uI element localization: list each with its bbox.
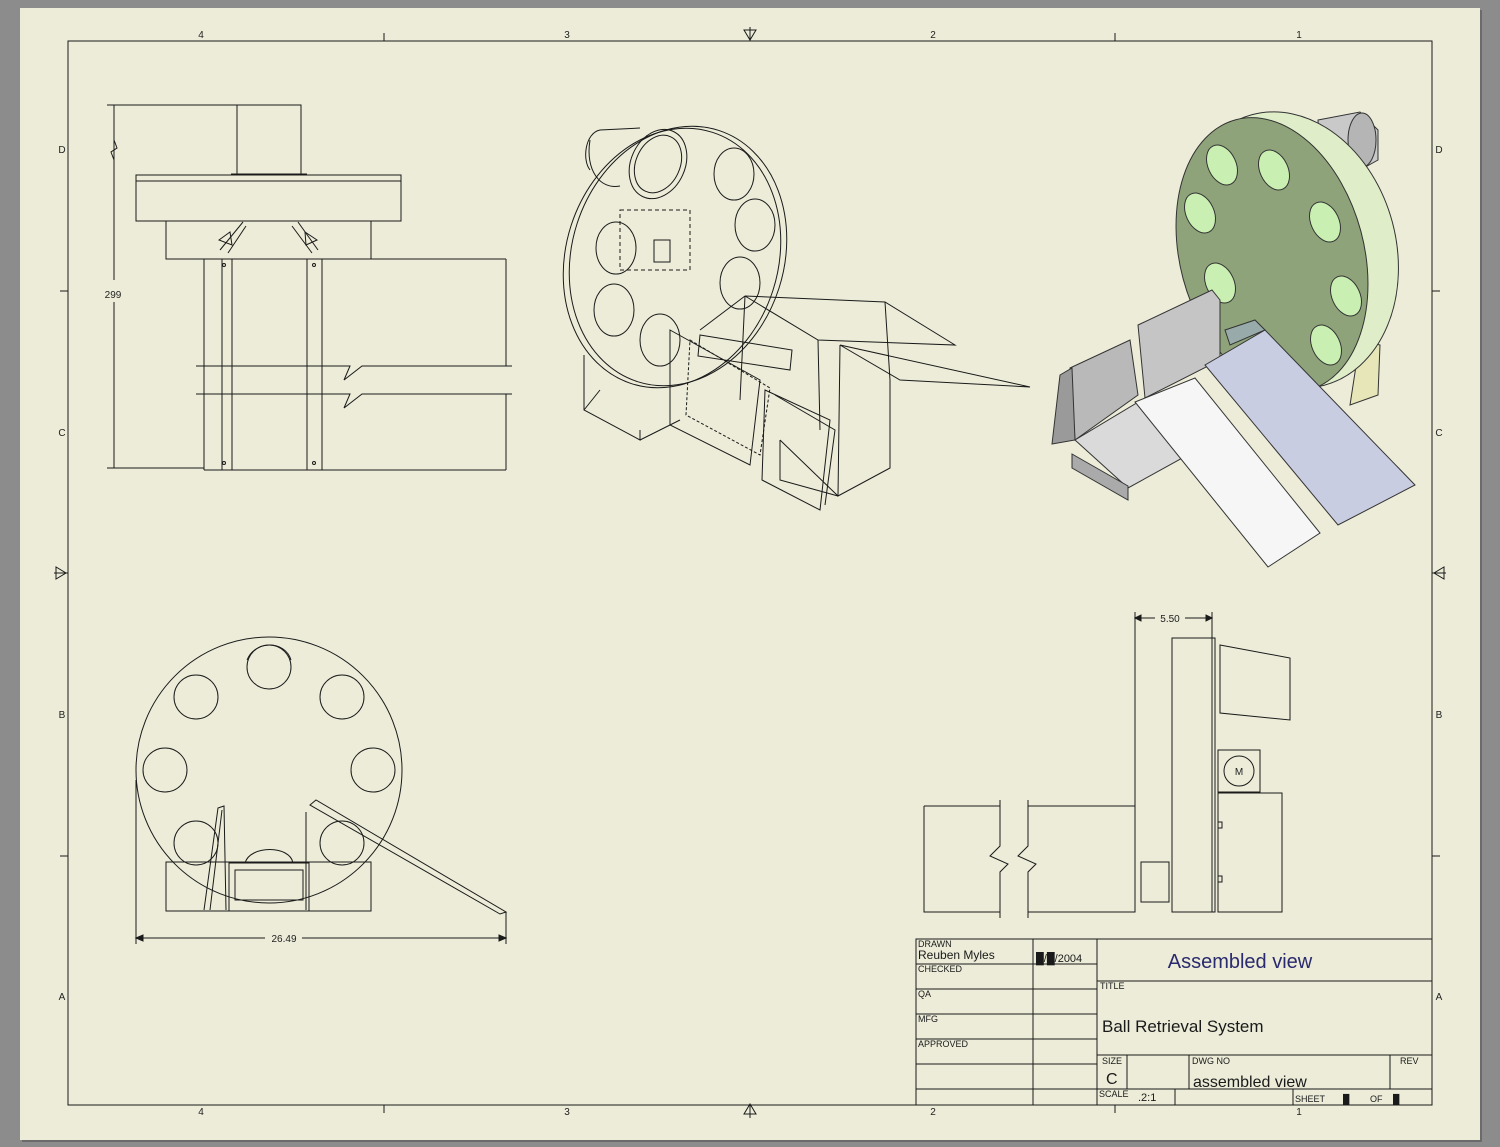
dwg-no: assembled view — [1193, 1074, 1307, 1091]
row-right-c: C — [1435, 428, 1442, 439]
drawn-date: █/█/2004 — [1036, 951, 1082, 966]
row-right-d: D — [1435, 145, 1442, 156]
side-view — [923, 612, 1291, 918]
rev-label: REV — [1400, 1056, 1419, 1066]
sheet-total: █ — [1393, 1093, 1400, 1105]
disc-front-view — [134, 636, 508, 944]
zone-top-4: 4 — [198, 30, 204, 41]
scale-label: SCALE — [1099, 1089, 1129, 1099]
sheet-size: C — [1106, 1071, 1118, 1088]
drawing-title: Ball Retrieval System — [1102, 1017, 1264, 1036]
zone-bottom-3: 3 — [564, 1107, 570, 1118]
zone-top-2: 2 — [930, 30, 936, 41]
isometric-wireframe-view — [562, 125, 1031, 511]
technical-drawing: 4 3 2 1 4 3 2 1 D C B A D C B A 299 26.4… — [54, 27, 1446, 1118]
drawing-sheet: 4 3 2 1 4 3 2 1 D C B A D C B A 299 26.4… — [20, 8, 1480, 1140]
row-left-d: D — [58, 145, 65, 156]
row-left-a: A — [59, 992, 66, 1003]
side-offset-dimension: 5.50 — [1160, 614, 1180, 625]
row-left-c: C — [58, 428, 65, 439]
sheet-number: █ — [1343, 1093, 1350, 1105]
drawn-by: Reuben Myles — [918, 948, 995, 962]
view-title: Assembled view — [1168, 951, 1313, 973]
title-label: TITLE — [1100, 981, 1125, 991]
checked-label: CHECKED — [918, 964, 963, 974]
motor-label: M — [1235, 767, 1243, 778]
shaded-isometric-view — [1051, 111, 1416, 568]
front-height-dimension: 299 — [105, 290, 122, 301]
row-left-b: B — [59, 710, 66, 721]
approved-label: APPROVED — [918, 1039, 969, 1049]
row-right-b: B — [1436, 710, 1443, 721]
row-right-a: A — [1436, 992, 1443, 1003]
zone-top-3: 3 — [564, 30, 570, 41]
zone-bottom-1: 1 — [1296, 1107, 1302, 1118]
zone-bottom-2: 2 — [930, 1107, 936, 1118]
size-label: SIZE — [1102, 1056, 1122, 1066]
zone-bottom-4: 4 — [198, 1107, 204, 1118]
bottom-width-dimension: 26.49 — [271, 934, 296, 945]
sheet-label: SHEET — [1295, 1094, 1326, 1104]
of-label: OF — [1370, 1094, 1383, 1104]
front-view — [107, 104, 512, 471]
zone-top-1: 1 — [1296, 30, 1302, 41]
scale-value: .2:1 — [1138, 1092, 1156, 1104]
mfg-label: MFG — [918, 1014, 938, 1024]
dwg-no-label: DWG NO — [1192, 1056, 1230, 1066]
qa-label: QA — [918, 989, 931, 999]
